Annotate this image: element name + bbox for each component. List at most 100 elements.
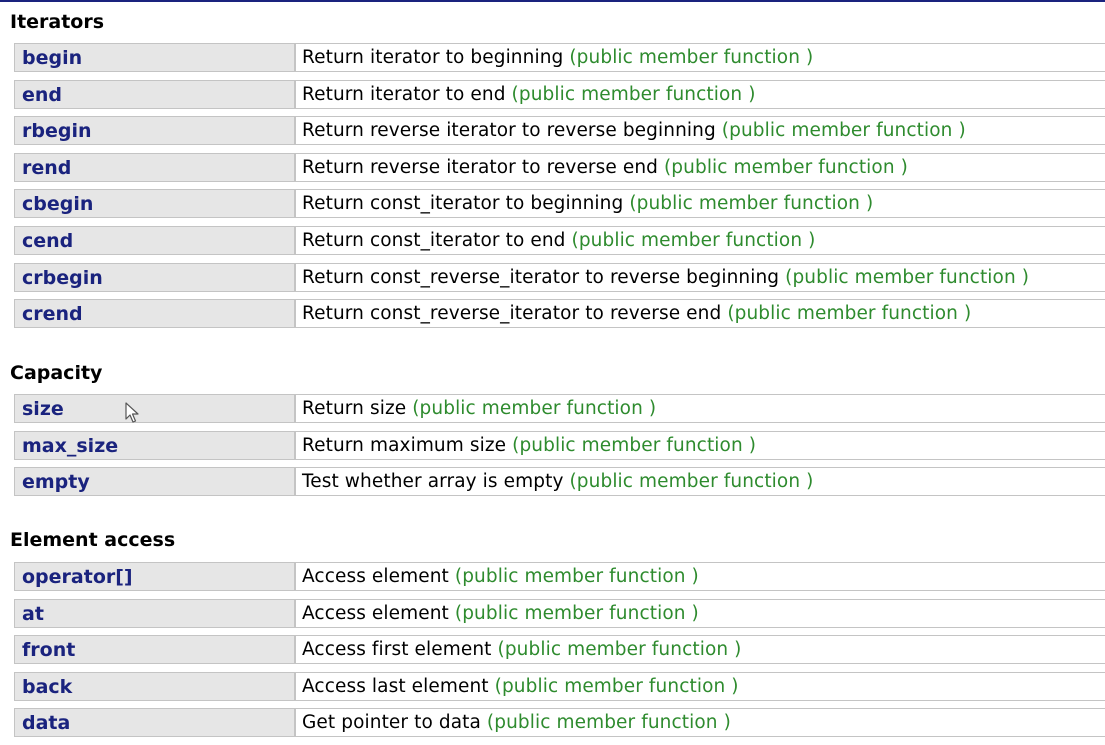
member-link-rbegin[interactable]: rbegin: [22, 119, 92, 143]
member-type-tag: (public member function ): [454, 566, 699, 587]
reference-page: Iterators begin Return iterator to begin…: [0, 0, 1105, 745]
desc-cell: Return const_reverse_iterator to reverse…: [295, 299, 1105, 328]
desc-cell: Get pointer to data (public member funct…: [295, 708, 1105, 737]
name-cell: cbegin: [14, 189, 295, 218]
member-type-tag: (public member function ): [629, 193, 874, 214]
section-title: Capacity: [10, 362, 103, 384]
name-cell: crend: [14, 299, 295, 328]
name-cell: begin: [14, 43, 295, 72]
name-cell: data: [14, 708, 295, 737]
member-link-back[interactable]: back: [22, 675, 72, 699]
member-type-tag: (public member function ): [727, 303, 972, 324]
name-cell: rend: [14, 153, 295, 182]
member-link-empty[interactable]: empty: [22, 470, 90, 494]
member-description: Return maximum size: [302, 435, 507, 456]
table-row: crend Return const_reverse_iterator to r…: [14, 299, 1105, 328]
member-type-tag: (public member function ): [569, 47, 814, 68]
desc-cell: Return const_iterator to end (public mem…: [295, 226, 1105, 255]
table-row: crbegin Return const_reverse_iterator to…: [14, 263, 1105, 292]
member-type-tag: (public member function ): [486, 712, 731, 733]
name-cell: max_size: [14, 431, 295, 460]
member-link-cend[interactable]: cend: [22, 229, 73, 253]
desc-cell: Return iterator to beginning (public mem…: [295, 43, 1105, 72]
member-type-tag: (public member function ): [497, 639, 742, 660]
table-row: size Return size (public member function…: [14, 394, 1105, 423]
mouse-pointer-icon: [125, 402, 139, 423]
member-description: Access first element: [302, 639, 492, 660]
member-link-front[interactable]: front: [22, 638, 75, 662]
desc-cell: Return reverse iterator to reverse end (…: [295, 153, 1105, 182]
member-link-crbegin[interactable]: crbegin: [22, 266, 103, 290]
member-type-tag: (public member function ): [721, 120, 966, 141]
member-description: Get pointer to data: [302, 712, 481, 733]
member-link-max-size[interactable]: max_size: [22, 434, 118, 458]
desc-cell: Access element (public member function ): [295, 599, 1105, 628]
member-description: Return const_iterator to beginning: [302, 193, 624, 214]
section-title: Element access: [10, 529, 176, 551]
member-description: Return const_iterator to end: [302, 230, 566, 251]
desc-cell: Return const_reverse_iterator to reverse…: [295, 263, 1105, 292]
member-description: Return size: [302, 398, 407, 419]
table-row: operator[] Access element (public member…: [14, 562, 1105, 591]
table-row: rbegin Return reverse iterator to revers…: [14, 116, 1105, 145]
member-link-begin[interactable]: begin: [22, 46, 82, 70]
table-row: cend Return const_iterator to end (publi…: [14, 226, 1105, 255]
member-type-tag: (public member function ): [512, 435, 757, 456]
member-type-tag: (public member function ): [454, 603, 699, 624]
desc-cell: Return iterator to end (public member fu…: [295, 80, 1105, 109]
desc-cell: Return reverse iterator to reverse begin…: [295, 116, 1105, 145]
member-type-tag: (public member function ): [412, 398, 657, 419]
desc-cell: Test whether array is empty (public memb…: [295, 467, 1105, 496]
table-row: rend Return reverse iterator to reverse …: [14, 153, 1105, 182]
name-cell: back: [14, 672, 295, 701]
name-cell: front: [14, 635, 295, 664]
member-description: Access last element: [302, 676, 489, 697]
member-description: Return reverse iterator to reverse end: [302, 157, 658, 178]
name-cell: crbegin: [14, 263, 295, 292]
name-cell: size: [14, 394, 295, 423]
name-cell: operator[]: [14, 562, 295, 591]
member-type-tag: (public member function ): [494, 676, 739, 697]
table-row: at Access element (public member functio…: [14, 599, 1105, 628]
member-type-tag: (public member function ): [511, 84, 756, 105]
member-link-size[interactable]: size: [22, 397, 64, 421]
table-row: end Return iterator to end (public membe…: [14, 80, 1105, 109]
table-row: data Get pointer to data (public member …: [14, 708, 1105, 737]
desc-cell: Access first element (public member func…: [295, 635, 1105, 664]
member-link-cbegin[interactable]: cbegin: [22, 192, 93, 216]
name-cell: end: [14, 80, 295, 109]
member-link-rend[interactable]: rend: [22, 156, 71, 180]
member-type-tag: (public member function ): [571, 230, 816, 251]
member-link-operator-brackets[interactable]: operator[]: [22, 565, 133, 589]
table-row: empty Test whether array is empty (publi…: [14, 467, 1105, 496]
table-row: max_size Return maximum size (public mem…: [14, 431, 1105, 460]
desc-cell: Return size (public member function ): [295, 394, 1105, 423]
table-row: begin Return iterator to beginning (publ…: [14, 43, 1105, 72]
member-link-crend[interactable]: crend: [22, 302, 83, 326]
table-row: cbegin Return const_iterator to beginnin…: [14, 189, 1105, 218]
desc-cell: Access element (public member function ): [295, 562, 1105, 591]
desc-cell: Return const_iterator to beginning (publ…: [295, 189, 1105, 218]
member-description: Return iterator to end: [302, 84, 506, 105]
member-link-data[interactable]: data: [22, 711, 70, 735]
table-row: front Access first element (public membe…: [14, 635, 1105, 664]
member-link-end[interactable]: end: [22, 83, 62, 107]
member-description: Return iterator to beginning: [302, 47, 564, 68]
member-type-tag: (public member function ): [663, 157, 908, 178]
member-link-at[interactable]: at: [22, 602, 44, 626]
member-description: Access element: [302, 566, 449, 587]
name-cell: empty: [14, 467, 295, 496]
section-title: Iterators: [10, 11, 105, 33]
table-row: back Access last element (public member …: [14, 672, 1105, 701]
name-cell: at: [14, 599, 295, 628]
member-description: Return reverse iterator to reverse begin…: [302, 120, 716, 141]
member-description: Access element: [302, 603, 449, 624]
member-type-tag: (public member function ): [785, 267, 1030, 288]
member-description: Test whether array is empty: [302, 471, 564, 492]
desc-cell: Access last element (public member funct…: [295, 672, 1105, 701]
top-divider: [0, 0, 1105, 2]
name-cell: rbegin: [14, 116, 295, 145]
desc-cell: Return maximum size (public member funct…: [295, 431, 1105, 460]
name-cell: cend: [14, 226, 295, 255]
member-type-tag: (public member function ): [569, 471, 814, 492]
